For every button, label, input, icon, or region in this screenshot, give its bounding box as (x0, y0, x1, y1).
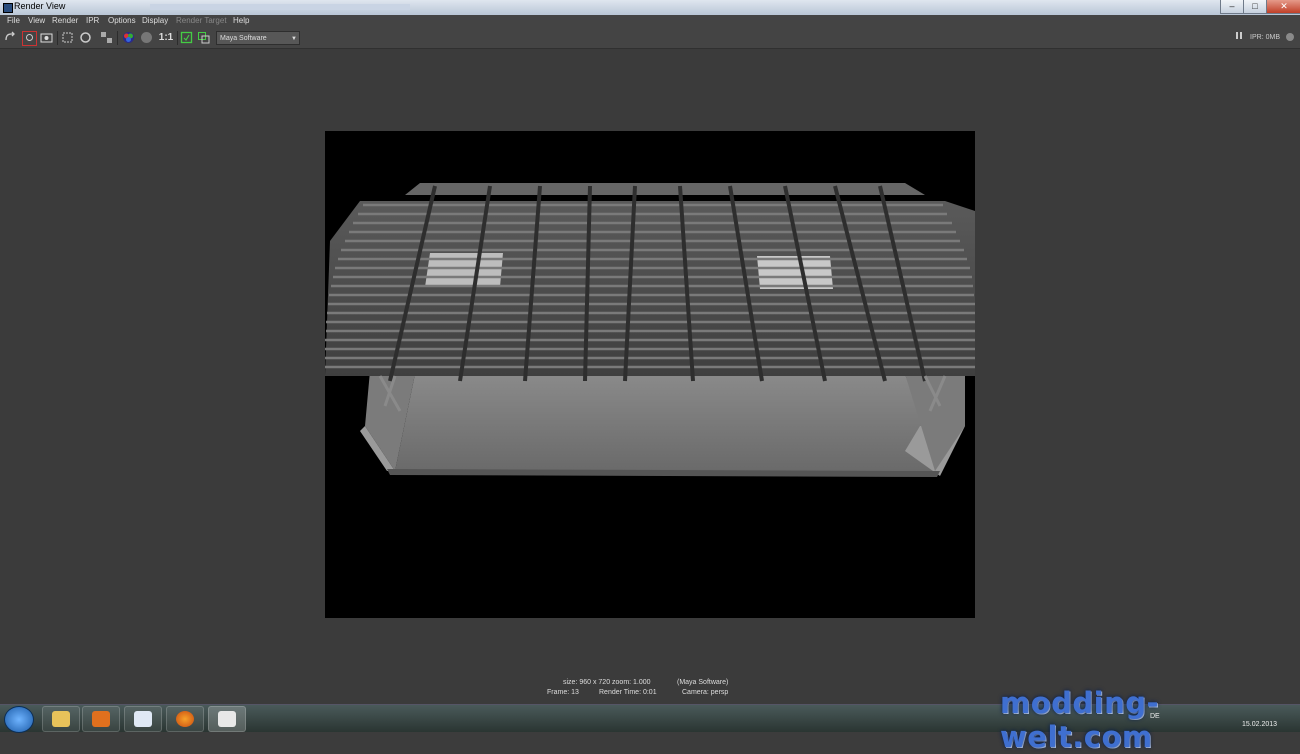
menu-ipr[interactable]: IPR (86, 16, 99, 25)
refresh-ipr-icon[interactable] (79, 31, 92, 44)
rendered-roof-structure (325, 183, 975, 477)
zoom-1-1-button[interactable]: 1:1 (157, 31, 175, 44)
menu-file[interactable]: File (7, 16, 20, 25)
renderer-dropdown-value: Maya Software (220, 35, 267, 42)
render-size-info: size: 960 x 720 zoom: 1.000 (563, 679, 651, 686)
pause-ipr-icon[interactable] (1234, 31, 1244, 44)
render-region-icon[interactable] (61, 31, 74, 44)
menu-help[interactable]: Help (233, 16, 249, 25)
display-alpha-icon[interactable] (140, 31, 153, 44)
windows-explorer-icon[interactable] (42, 706, 80, 732)
firefox-icon[interactable] (166, 706, 204, 732)
toolbar: 1:1 Maya Software ▼ IPR: 0MB (0, 28, 1300, 49)
menu-render-target: Render Target (176, 16, 227, 25)
menu-render[interactable]: Render (52, 16, 78, 25)
render-frame-info: Frame: 13 (547, 689, 579, 696)
redo-render-icon[interactable] (4, 31, 17, 44)
snapshot-icon[interactable] (40, 31, 53, 44)
render-time-info: Render Time: 0:01 (599, 689, 657, 696)
ipr-memory-status: IPR: 0MB (1250, 34, 1280, 41)
start-button[interactable] (4, 706, 34, 733)
close-button[interactable]: ✕ (1266, 0, 1300, 14)
blurred-path (150, 4, 410, 10)
window-titlebar: Render View – □ ✕ (0, 0, 1300, 16)
remove-image-icon[interactable] (197, 31, 210, 44)
minimize-button[interactable]: – (1220, 0, 1244, 14)
chevron-down-icon: ▼ (291, 36, 297, 42)
snapshot-region-icon[interactable] (100, 31, 113, 44)
menu-view[interactable]: View (28, 16, 45, 25)
window-title: Render View (14, 1, 66, 11)
renderer-dropdown[interactable]: Maya Software ▼ (216, 31, 300, 45)
toolbar-separator (177, 31, 178, 45)
menu-options[interactable]: Options (108, 16, 136, 25)
maya-icon[interactable] (208, 706, 246, 732)
media-player-icon[interactable] (82, 706, 120, 732)
toolbar-separator (117, 31, 118, 45)
keep-image-icon[interactable] (180, 31, 193, 44)
ipr-status-indicator-icon (1286, 33, 1294, 41)
watermark-logo: modding-welt.com (1000, 686, 1160, 754)
maya-app-icon (3, 3, 13, 13)
render-renderer-info: (Maya Software) (677, 679, 729, 686)
maximize-button[interactable]: □ (1243, 0, 1267, 14)
ipr-render-icon[interactable] (22, 31, 37, 46)
menu-bar: File View Render IPR Options Display Ren… (0, 15, 1300, 28)
image-editor-icon[interactable] (124, 706, 162, 732)
menu-display[interactable]: Display (142, 16, 168, 25)
render-image[interactable] (325, 131, 975, 618)
toolbar-separator (57, 31, 58, 45)
display-rgb-icon[interactable] (122, 31, 135, 44)
render-camera-info: Camera: persp (682, 689, 729, 696)
